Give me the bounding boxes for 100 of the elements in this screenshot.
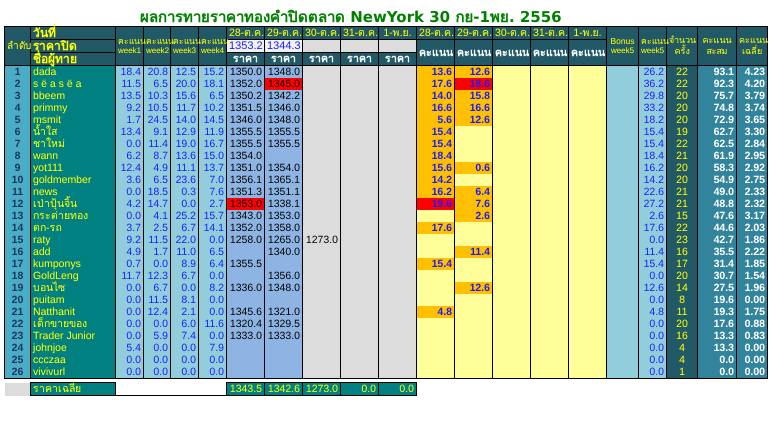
table-cell: 11.7: [116, 270, 144, 282]
table-cell: 14.2: [638, 174, 666, 186]
table-cell: 1329.5: [264, 318, 302, 330]
table-cell: 0.83: [736, 330, 768, 342]
table-cell: 7.6: [198, 186, 226, 198]
table-cell: 1.75: [736, 306, 768, 318]
table-cell: 62.7: [698, 126, 736, 138]
table-cell: 16.6: [454, 102, 492, 114]
table-cell: 21: [666, 186, 698, 198]
name-cell: raty: [30, 234, 116, 246]
table-cell: 72.9: [698, 114, 736, 126]
column-header: 28-ต.ค.: [416, 26, 454, 40]
table-cell: 0.0: [116, 366, 144, 378]
table-cell: 0.0: [340, 382, 378, 396]
table-cell: 1.7: [144, 246, 170, 258]
table-cell: 3.65: [736, 114, 768, 126]
column-header: ลำดับ: [4, 26, 30, 66]
table-cell: 0.0: [116, 282, 144, 294]
table-cell: 15.8: [454, 90, 492, 102]
table-cell: 35.5: [698, 246, 736, 258]
table-cell: 20: [666, 102, 698, 114]
table-cell: 9.2: [116, 234, 144, 246]
table-cell: 20: [666, 318, 698, 330]
table-cell: 2.84: [736, 138, 768, 150]
table-cell: 0.0: [170, 354, 198, 366]
column-header: 29-ต.ค.: [454, 26, 492, 40]
table-cell: 16: [666, 330, 698, 342]
rank-cell: 11: [4, 186, 30, 198]
name-cell: dada: [30, 66, 116, 78]
rank-cell: 9: [4, 162, 30, 174]
table-cell: 5.6: [416, 114, 454, 126]
table-cell: 11.4: [638, 246, 666, 258]
table-cell: 11.6: [198, 318, 226, 330]
rank-cell: 5: [4, 114, 30, 126]
table-cell: 61.9: [698, 150, 736, 162]
rank-cell: 3: [4, 90, 30, 102]
name-cell: เป่าปุ้นจิ้น: [30, 198, 116, 210]
table-cell: 20: [666, 114, 698, 126]
table-cell: 18.2: [638, 114, 666, 126]
column-header: ราคา: [264, 52, 302, 66]
table-cell: 8.7: [144, 150, 170, 162]
table-cell: 1.86: [736, 234, 768, 246]
name-cell: vivivurl: [30, 366, 116, 378]
table-cell: 0.0: [116, 138, 144, 150]
name-cell: บอนไซ: [30, 282, 116, 294]
table-cell: 4: [666, 342, 698, 354]
table-cell: 3.74: [736, 102, 768, 114]
column-header: Bonus week5: [606, 26, 638, 66]
table-cell: 15.6: [416, 162, 454, 174]
rank-cell: 12: [4, 198, 30, 210]
table-cell: 0.0: [144, 366, 170, 378]
table-cell: 2.7: [198, 198, 226, 210]
name-cell: primmy: [30, 102, 116, 114]
table-cell: 6.2: [116, 150, 144, 162]
column-header: 30-ต.ค.: [302, 26, 340, 40]
name-cell: GoldLeng: [30, 270, 116, 282]
column-header: คะแนน week5: [638, 26, 666, 66]
table-cell: 19.6: [416, 198, 454, 210]
table-cell: 6.4: [454, 186, 492, 198]
name-cell: yot111: [30, 162, 116, 174]
table-cell: 20: [666, 90, 698, 102]
table-cell: 0.0: [638, 294, 666, 306]
rank-cell: 25: [4, 354, 30, 366]
column-header: คะแนน: [454, 40, 492, 66]
table-cell: 0.00: [736, 366, 768, 378]
table-cell: 11.0: [170, 246, 198, 258]
column-header: 31-ต.ค.: [340, 26, 378, 40]
table-cell: 11.5: [144, 294, 170, 306]
table-cell: 25.2: [170, 210, 198, 222]
table-cell: 6.5: [198, 90, 226, 102]
table-cell: 6.5: [198, 246, 226, 258]
table-cell: 1338.1: [264, 198, 302, 210]
table-cell: 2.92: [736, 162, 768, 174]
table-cell: 3.79: [736, 90, 768, 102]
name-cell: Trader Junior: [30, 330, 116, 342]
table-cell: 1265.0: [264, 234, 302, 246]
name-cell: goldmember: [30, 174, 116, 186]
table-cell: 4: [666, 354, 698, 366]
table-cell: 0.0: [198, 294, 226, 306]
table-cell: 16.2: [416, 186, 454, 198]
column-header: ราคา: [302, 52, 340, 66]
name-cell: puitam: [30, 294, 116, 306]
table-cell: 0.0: [638, 366, 666, 378]
rank-cell: 19: [4, 282, 30, 294]
table-cell: 2.32: [736, 198, 768, 210]
table-cell: 17.6: [416, 78, 454, 90]
table-cell: 15.4: [638, 258, 666, 270]
table-cell: 1273.0: [302, 234, 340, 246]
table-cell: 15.4: [416, 138, 454, 150]
table-cell: 23: [666, 234, 698, 246]
table-cell: 8.2: [198, 282, 226, 294]
table-cell: 0.6: [454, 162, 492, 174]
table-cell: 21: [666, 150, 698, 162]
rank-cell: 16: [4, 246, 30, 258]
table-cell: 15.0: [198, 150, 226, 162]
table-cell: 1353.0: [226, 198, 264, 210]
table-cell: 1.85: [736, 258, 768, 270]
column-header: 30-ต.ค.: [492, 26, 530, 40]
column-header: 1-พ.ย.: [568, 26, 606, 40]
table-cell: 19.0: [170, 138, 198, 150]
